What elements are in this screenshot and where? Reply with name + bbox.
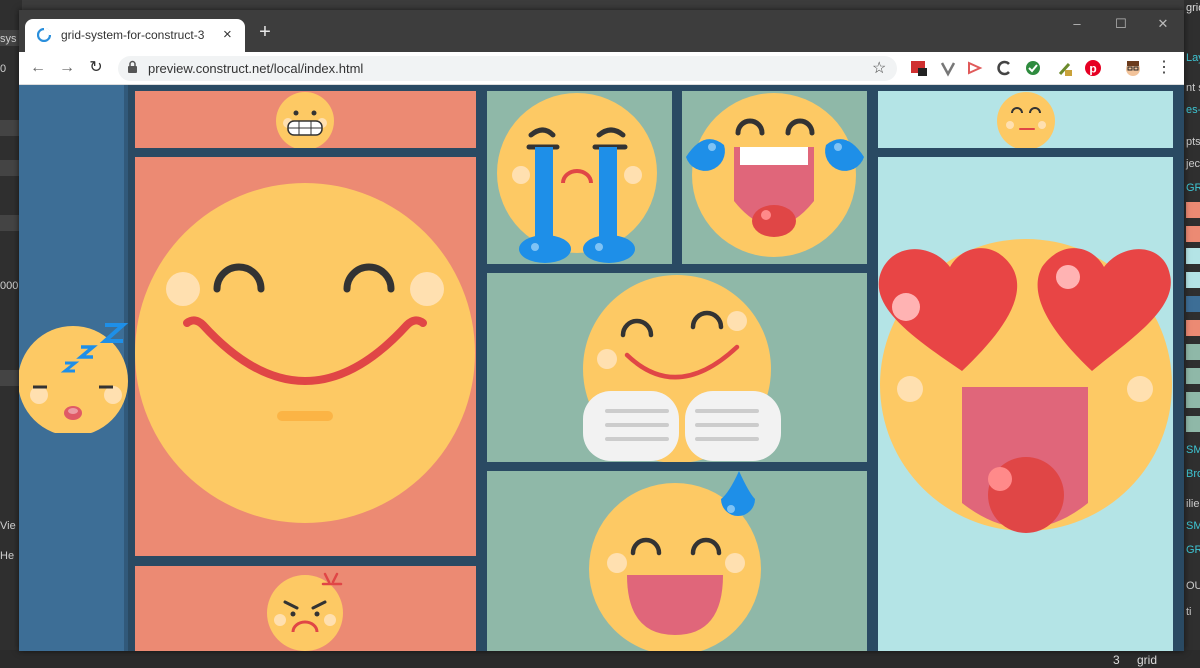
browser-window: grid-system-for-construct-3 × + – ☐ ✕ ← …	[19, 10, 1184, 651]
record-extension-icon[interactable]	[966, 59, 984, 77]
bg-swatch	[1186, 296, 1200, 312]
page-viewport	[19, 85, 1184, 651]
construct-logo-icon	[37, 28, 51, 42]
bg-swatch	[1186, 226, 1200, 242]
cell-angry	[135, 566, 476, 651]
browser-toolbar: ← → ↻ preview.construct.net/local/index.…	[19, 52, 1184, 85]
bg-left-text: 000	[0, 280, 19, 292]
tab-title: grid-system-for-construct-3	[61, 28, 205, 42]
heart-eyes-emoji[interactable]	[878, 157, 1173, 651]
avatar[interactable]	[1124, 59, 1142, 77]
url-text: preview.construct.net/local/index.html	[148, 61, 364, 76]
bg-right-text: nt s	[1186, 82, 1200, 94]
reload-button[interactable]: ↻	[86, 58, 106, 78]
title-bar: grid-system-for-construct-3 × + – ☐ ✕	[19, 10, 1184, 52]
sweat-smile-emoji[interactable]	[487, 471, 867, 651]
pinterest-icon[interactable]: p	[1084, 59, 1102, 77]
bg-right-text: SM	[1186, 520, 1200, 532]
svg-text:p: p	[1089, 62, 1096, 76]
happy-smile-emoji[interactable]	[135, 157, 476, 556]
eyedropper-extension-icon[interactable]	[1056, 59, 1074, 77]
address-bar[interactable]: preview.construct.net/local/index.html ☆	[118, 56, 897, 81]
bg-right-text: GR	[1186, 182, 1200, 194]
sleeping-emoji[interactable]	[19, 311, 129, 433]
vimeo-extension-icon[interactable]	[939, 59, 957, 77]
minimize-button[interactable]: –	[1062, 16, 1092, 36]
refresh-extension-icon[interactable]	[995, 59, 1013, 77]
bg-right-text: ti	[1186, 606, 1192, 618]
bg-right-text: OUT	[1186, 580, 1200, 592]
cell-heart-eyes	[878, 157, 1173, 651]
bg-bottom-label: grid	[1137, 653, 1158, 667]
crying-emoji[interactable]	[487, 91, 672, 264]
cell-smirk	[878, 91, 1173, 148]
bg-left-text: sys	[0, 33, 17, 45]
maximize-button[interactable]: ☐	[1106, 16, 1136, 36]
close-window-button[interactable]: ✕	[1148, 16, 1178, 36]
bg-right-text: Bro	[1186, 468, 1200, 480]
hugging-emoji[interactable]	[487, 273, 867, 462]
cell-big-smile	[135, 157, 476, 556]
cell-crying	[487, 91, 672, 264]
new-tab-button[interactable]: +	[255, 22, 275, 42]
cell-laugh-tears	[682, 91, 867, 264]
bg-right-text: ilie	[1186, 498, 1200, 510]
cell-sweat-smile	[487, 471, 867, 651]
sidebar-panel	[19, 85, 129, 651]
bg-swatch	[1186, 202, 1200, 218]
laughing-tears-emoji[interactable]	[682, 91, 867, 264]
back-button[interactable]: ←	[28, 58, 48, 78]
bookmark-star-icon[interactable]: ☆	[872, 58, 886, 78]
bg-bottom-number: 3	[1113, 653, 1120, 667]
bg-left-text: Vie	[0, 520, 16, 532]
browser-menu-button[interactable]: ⋮	[1154, 58, 1174, 78]
bg-right-text: pts	[1186, 136, 1200, 148]
bg-swatch	[1186, 320, 1200, 336]
bg-swatch	[1186, 416, 1200, 432]
bg-right-text: ject	[1186, 158, 1200, 170]
cell-grin-teeth	[135, 91, 476, 148]
bg-swatch	[1186, 344, 1200, 360]
grammar-extension-icon[interactable]	[1024, 59, 1042, 77]
bg-swatch	[1186, 272, 1200, 288]
bg-right-text: es-	[1186, 104, 1200, 116]
smirk-emoji[interactable]	[878, 91, 1173, 148]
forward-button[interactable]: →	[57, 58, 77, 78]
angry-emoji[interactable]	[135, 566, 476, 651]
bg-left-text: He	[0, 550, 15, 562]
tab-close-icon[interactable]: ×	[223, 26, 232, 43]
bg-right-text: Lay	[1186, 52, 1200, 64]
lock-icon	[128, 60, 137, 73]
background-right-panel: grid-syste Lay nt s es- pts ject GR SM B…	[1184, 0, 1200, 668]
grinning-teeth-emoji[interactable]	[135, 91, 476, 148]
bg-left-text: 0	[0, 63, 7, 75]
browser-tab[interactable]: grid-system-for-construct-3 ×	[25, 19, 245, 52]
cell-hug	[487, 273, 867, 462]
bg-right-text: SM	[1186, 444, 1200, 456]
bg-right-text: GR	[1186, 544, 1200, 556]
background-bottom-bar: 3 grid	[0, 650, 1200, 668]
bg-swatch	[1186, 368, 1200, 384]
bg-swatch	[1186, 392, 1200, 408]
extension-badge-icon[interactable]	[910, 59, 928, 77]
bg-swatch	[1186, 248, 1200, 264]
bg-right-text: grid-syste	[1186, 2, 1200, 14]
